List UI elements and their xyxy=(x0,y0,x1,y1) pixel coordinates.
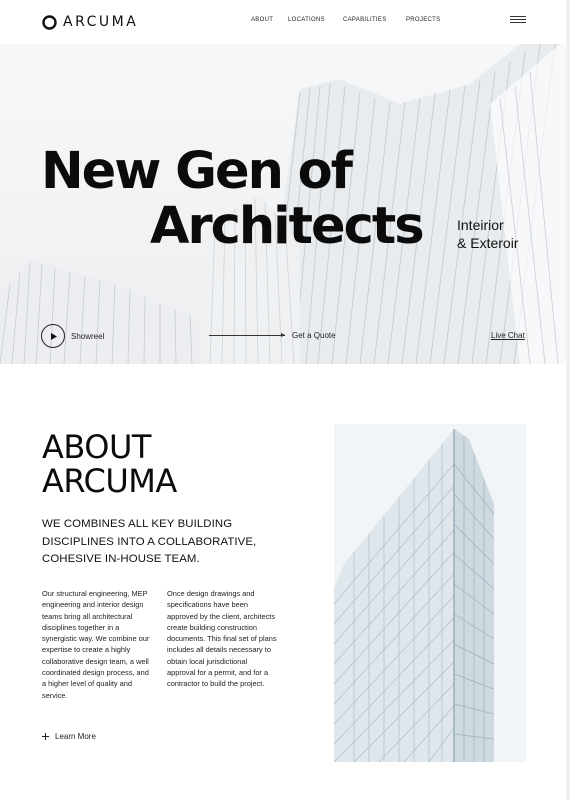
hero-section: New Gen of Architects Inteirior & Extero… xyxy=(0,44,570,364)
scrollbar[interactable] xyxy=(566,0,570,800)
about-title: ABOUT ARCUMA xyxy=(42,430,177,498)
nav-capabilities[interactable]: CAPABILITIES xyxy=(343,17,387,23)
showreel-button[interactable]: Showreel xyxy=(41,324,104,348)
showreel-label: Showreel xyxy=(71,331,105,341)
site-header: ARCUMA ABOUT LOCATIONS CAPABILITIES PROJ… xyxy=(0,0,570,44)
learn-more-button[interactable]: Learn More xyxy=(42,732,96,741)
hamburger-menu-icon[interactable] xyxy=(510,16,526,24)
arc-logo-icon xyxy=(42,14,57,30)
hero-subtitle-line1: Inteirior xyxy=(457,217,504,233)
plus-icon xyxy=(42,733,49,740)
about-lead: WE COMBINES ALL KEY BUILDING DISCIPLINES… xyxy=(42,518,257,565)
nav-projects[interactable]: PROJECTS xyxy=(406,17,440,23)
brand-name: ARCUMA xyxy=(63,14,139,30)
building-image xyxy=(334,424,526,762)
logo[interactable]: ARCUMA xyxy=(42,14,138,30)
hero-subtitle-line2: & Exteroir xyxy=(457,235,519,251)
live-chat-link[interactable]: Live Chat xyxy=(491,331,525,340)
nav-locations[interactable]: LOCATIONS xyxy=(288,17,325,23)
about-column-2: Once design drawings and specifications … xyxy=(167,589,277,689)
hero-title-line1: New Gen of xyxy=(41,142,353,201)
learn-more-label: Learn More xyxy=(55,732,96,741)
about-column-1: Our structural engineering, MEP engineer… xyxy=(42,589,150,700)
hero-subtitle: Inteirior & Exteroir xyxy=(457,216,518,252)
about-title-line2: ARCUMA xyxy=(42,462,177,500)
about-title-line1: ABOUT xyxy=(42,428,151,466)
get-quote-label: Get a Quote xyxy=(292,331,336,340)
arrow-right-icon xyxy=(209,333,285,337)
hero-title-line2: Architects xyxy=(150,197,425,256)
play-icon[interactable] xyxy=(41,324,65,348)
nav-about[interactable]: ABOUT xyxy=(251,17,273,23)
get-quote-link[interactable]: Get a Quote xyxy=(209,331,336,340)
